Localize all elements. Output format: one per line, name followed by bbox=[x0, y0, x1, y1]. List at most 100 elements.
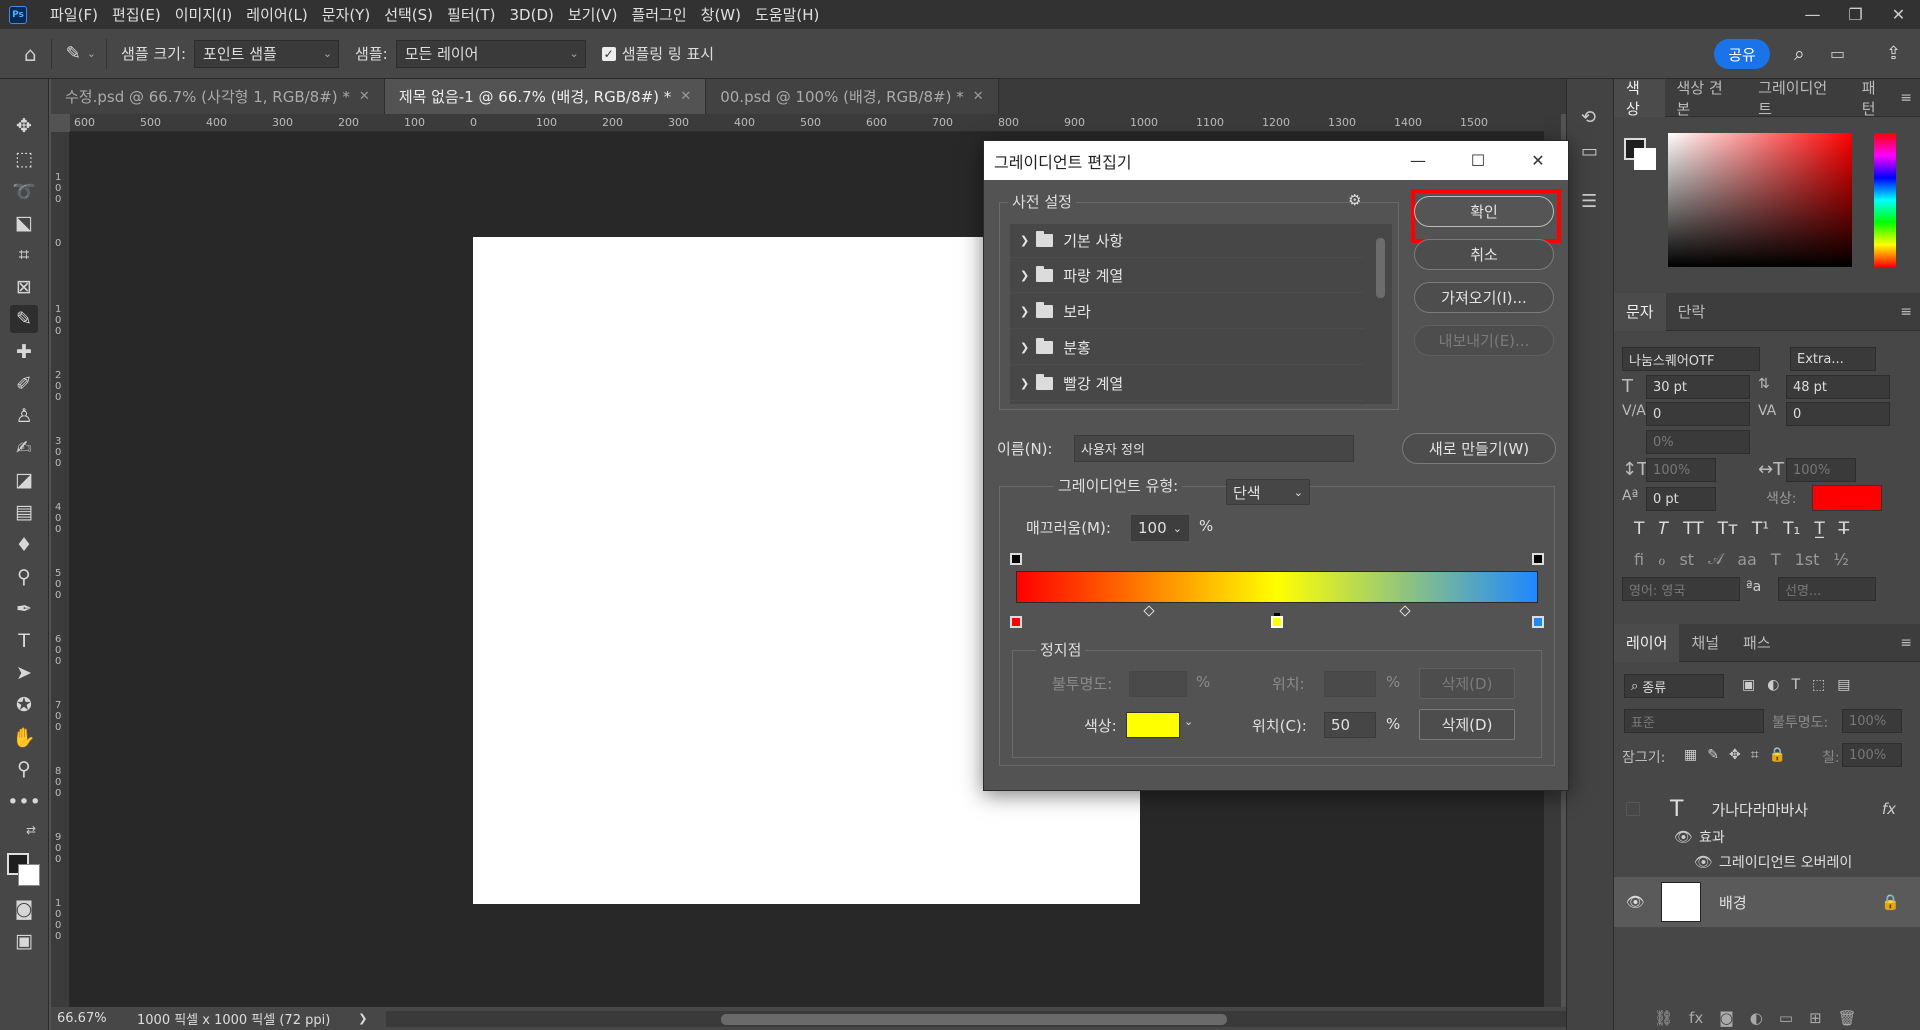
hue-slider[interactable] bbox=[1874, 133, 1896, 267]
delete-opacity-stop-button[interactable]: 삭제(D) bbox=[1419, 668, 1515, 699]
zoom-level[interactable]: 66.67% bbox=[57, 1011, 117, 1026]
opacity-stop-right[interactable] bbox=[1532, 553, 1544, 565]
swap-colors-icon[interactable]: ⇄ bbox=[26, 823, 36, 837]
layer-effects-row[interactable]: 👁 효과 bbox=[1614, 825, 1920, 849]
panel-menu-icon[interactable]: ≡ bbox=[1900, 635, 1920, 651]
preset-folder-purples[interactable]: ❯ 보라 bbox=[1010, 295, 1365, 329]
minimize-button[interactable]: — bbox=[1791, 5, 1834, 24]
panel-menu-icon[interactable]: ≡ bbox=[1900, 90, 1920, 106]
layer-name[interactable]: 배경 bbox=[1719, 892, 1747, 913]
import-button[interactable]: 가져오기(I)... bbox=[1414, 282, 1554, 313]
layer-opacity-field[interactable]: 100% bbox=[1842, 709, 1902, 733]
shape-tool-icon[interactable]: ✪ bbox=[10, 691, 38, 719]
tab-character[interactable]: 문자 bbox=[1614, 292, 1666, 331]
new-group-icon[interactable]: ▭ bbox=[1779, 1009, 1793, 1027]
vertical-scale-field[interactable]: 100% bbox=[1646, 458, 1716, 482]
presets-scrollbar[interactable] bbox=[1373, 224, 1387, 402]
preset-folder-pinks[interactable]: ❯ 분홍 bbox=[1010, 331, 1365, 365]
color-stop-blue[interactable] bbox=[1532, 616, 1544, 628]
opacity-stop-left[interactable] bbox=[1010, 553, 1022, 565]
close-icon[interactable]: ✕ bbox=[973, 89, 984, 104]
expand-chevron-icon[interactable]: ❯ bbox=[1020, 377, 1029, 390]
home-icon[interactable]: ⌂ bbox=[24, 42, 37, 66]
filter-pixel-icon[interactable]: ▣ bbox=[1742, 677, 1755, 693]
font-family-select[interactable]: 나눔스퀘어OTF bbox=[1622, 347, 1760, 371]
all-caps-icon[interactable]: TT bbox=[1683, 519, 1703, 539]
share-button[interactable]: 공유 bbox=[1714, 39, 1770, 69]
close-icon[interactable]: ✕ bbox=[359, 89, 370, 104]
ordinals-icon[interactable]: 1st bbox=[1795, 550, 1820, 569]
expand-chevron-icon[interactable]: ❯ bbox=[1020, 269, 1029, 282]
bg-color-swatch[interactable] bbox=[1634, 148, 1656, 170]
preset-folder-reds[interactable]: ❯ 빨강 계열 bbox=[1010, 367, 1365, 401]
chevron-down-icon[interactable]: ⌄ bbox=[1173, 522, 1182, 535]
comments-icon[interactable]: ▭ bbox=[1581, 141, 1598, 162]
layer-name[interactable]: 가나다라마바사 bbox=[1711, 799, 1808, 820]
tab-paths[interactable]: 패스 bbox=[1731, 624, 1783, 662]
crop-tool-icon[interactable]: ⌗ bbox=[10, 241, 38, 269]
filter-adjustment-icon[interactable]: ◐ bbox=[1767, 677, 1779, 693]
dialog-minimize-button[interactable]: — bbox=[1388, 151, 1448, 170]
sample-size-select[interactable]: 포인트 샘플 ⌄ bbox=[194, 39, 340, 68]
menu-filter[interactable]: 필터(T) bbox=[440, 4, 502, 25]
new-layer-icon[interactable]: ⊞ bbox=[1809, 1009, 1822, 1027]
layer-fill-field[interactable]: 100% bbox=[1842, 743, 1902, 767]
dialog-maximize-button[interactable]: ☐ bbox=[1448, 151, 1508, 170]
tsume-field[interactable]: 0% bbox=[1646, 430, 1750, 454]
dialog-close-button[interactable]: ✕ bbox=[1508, 151, 1568, 170]
font-style-select[interactable]: Extra... bbox=[1790, 347, 1876, 371]
add-style-icon[interactable]: fx bbox=[1689, 1009, 1703, 1027]
panel-menu-icon[interactable]: ≡ bbox=[1900, 304, 1920, 320]
gradient-overlay-effect-row[interactable]: 👁 그레이디언트 오버레이 bbox=[1614, 850, 1920, 874]
frame-tool-icon[interactable]: ⊠ bbox=[10, 273, 38, 301]
menu-type[interactable]: 문자(Y) bbox=[315, 4, 377, 25]
delete-color-stop-button[interactable]: 삭제(D) bbox=[1419, 709, 1515, 740]
eye-icon[interactable]: 👁 bbox=[1694, 853, 1713, 871]
strikethrough-icon[interactable]: T̶ bbox=[1839, 519, 1849, 539]
filter-shape-icon[interactable]: ⬚ bbox=[1812, 677, 1825, 693]
sample-select[interactable]: 모든 레이어 ⌄ bbox=[395, 39, 586, 68]
tab-color[interactable]: 색상 bbox=[1614, 78, 1665, 118]
eye-icon[interactable]: 👁 bbox=[1674, 828, 1693, 846]
tab-document-1[interactable]: 수정.psd @ 66.7% (사각형 1, RGB/8#) * ✕ bbox=[51, 79, 385, 114]
scrollbar-thumb[interactable] bbox=[720, 1013, 1227, 1025]
opacity-location-field[interactable] bbox=[1324, 671, 1376, 697]
blend-mode-select[interactable]: 표준 bbox=[1624, 709, 1764, 733]
status-arrow-icon[interactable]: ❯ bbox=[358, 1012, 367, 1025]
tab-document-3[interactable]: 00.psd @ 100% (배경, RGB/8#) * ✕ bbox=[706, 79, 999, 114]
horizontal-scrollbar[interactable] bbox=[385, 1010, 1566, 1027]
filter-type-icon[interactable]: T bbox=[1791, 677, 1800, 693]
ok-button[interactable]: 확인 bbox=[1414, 196, 1554, 227]
add-mask-icon[interactable]: ◙ bbox=[1719, 1009, 1734, 1027]
tab-layers[interactable]: 레이어 bbox=[1614, 623, 1680, 662]
fractions-icon[interactable]: ½ bbox=[1833, 550, 1849, 569]
stamp-tool-icon[interactable]: ♙ bbox=[10, 402, 38, 430]
eyedropper-tool-icon[interactable]: ✎ bbox=[10, 305, 38, 333]
new-gradient-button[interactable]: 새로 만들기(W) bbox=[1402, 433, 1556, 464]
lock-artboard-icon[interactable]: ⌗ bbox=[1751, 747, 1759, 763]
tab-document-2[interactable]: 제목 없음-1 @ 66.7% (배경, RGB/8#) * ✕ bbox=[384, 79, 707, 114]
menu-select[interactable]: 선택(S) bbox=[377, 4, 440, 25]
type-tool-icon[interactable]: T bbox=[10, 627, 38, 655]
visibility-toggle[interactable] bbox=[1626, 802, 1640, 816]
lock-paint-icon[interactable]: ✎ bbox=[1707, 747, 1719, 763]
lasso-tool-icon[interactable]: ➰ bbox=[10, 177, 38, 205]
screen-mode-icon[interactable]: ▣ bbox=[10, 927, 38, 955]
lock-transparent-icon[interactable]: ▦ bbox=[1684, 747, 1697, 763]
menu-image[interactable]: 이미지(I) bbox=[168, 4, 240, 25]
anti-alias-select[interactable]: 선명... bbox=[1778, 577, 1876, 601]
location-field[interactable]: 50 bbox=[1324, 712, 1376, 738]
tab-swatches[interactable]: 색상 견본 bbox=[1665, 79, 1747, 118]
old-style-icon[interactable]: ℴ bbox=[1658, 550, 1665, 569]
tab-paragraph[interactable]: 단락 bbox=[1666, 293, 1718, 331]
layer-filter-search[interactable]: ⌕ 종류 bbox=[1624, 674, 1724, 698]
stop-color-swatch[interactable] bbox=[1126, 712, 1180, 738]
expand-chevron-icon[interactable]: ❯ bbox=[1020, 305, 1029, 318]
close-window-button[interactable]: ✕ bbox=[1877, 5, 1920, 24]
menu-view[interactable]: 보기(V) bbox=[561, 4, 625, 25]
ligature-icon[interactable]: fi bbox=[1634, 550, 1644, 569]
gradient-type-select[interactable]: 단색 ⌄ bbox=[1226, 479, 1310, 505]
expand-chevron-icon[interactable]: ❯ bbox=[1020, 341, 1029, 354]
swash-icon[interactable]: st bbox=[1679, 550, 1694, 569]
adjustment-layer-icon[interactable]: ◐ bbox=[1750, 1009, 1763, 1027]
